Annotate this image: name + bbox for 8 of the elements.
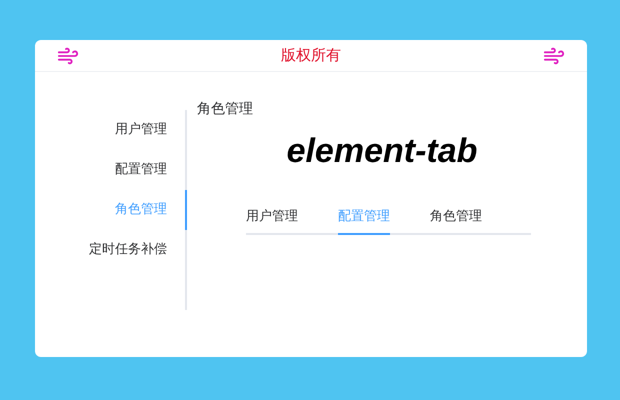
sidebar-tab[interactable]: 定时任务补偿 xyxy=(35,230,187,270)
header-title: 版权所有 xyxy=(281,46,341,65)
sidebar-tab[interactable]: 用户管理 xyxy=(35,110,187,150)
tab[interactable]: 角色管理 xyxy=(430,205,482,235)
sidebar-tab[interactable]: 配置管理 xyxy=(35,150,187,190)
tab[interactable]: 用户管理 xyxy=(246,205,298,235)
heading: element-tab xyxy=(286,132,478,171)
content-title: 角色管理 xyxy=(197,100,254,118)
